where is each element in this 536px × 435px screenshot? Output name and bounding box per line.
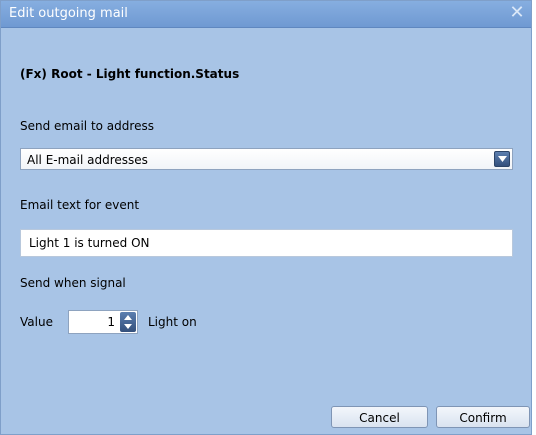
window-title: Edit outgoing mail [9, 6, 128, 21]
send-when-signal-label: Send when signal [20, 276, 126, 290]
email-address-select[interactable]: All E-mail addresses [20, 148, 513, 170]
value-stepper[interactable]: 1 [68, 310, 138, 334]
cancel-button[interactable]: Cancel [331, 406, 428, 428]
close-icon[interactable]: ✕ [507, 3, 527, 23]
email-text-label: Email text for event [20, 198, 140, 212]
value-description: Light on [148, 315, 197, 329]
email-address-selected-value: All E-mail addresses [27, 153, 148, 167]
email-text-field[interactable] [20, 229, 513, 257]
chevron-down-icon[interactable] [494, 151, 510, 167]
confirm-button[interactable]: Confirm [436, 406, 530, 428]
stepper-arrows-icon[interactable] [120, 312, 136, 332]
send-email-to-label: Send email to address [20, 119, 154, 133]
function-heading: (Fx) Root - Light function.Status [20, 67, 240, 81]
edit-outgoing-mail-dialog: Edit outgoing mail ✕ (Fx) Root - Light f… [0, 0, 532, 435]
stepper-value: 1 [107, 315, 115, 329]
title-bar: Edit outgoing mail ✕ [1, 1, 531, 28]
value-label: Value [20, 315, 53, 329]
